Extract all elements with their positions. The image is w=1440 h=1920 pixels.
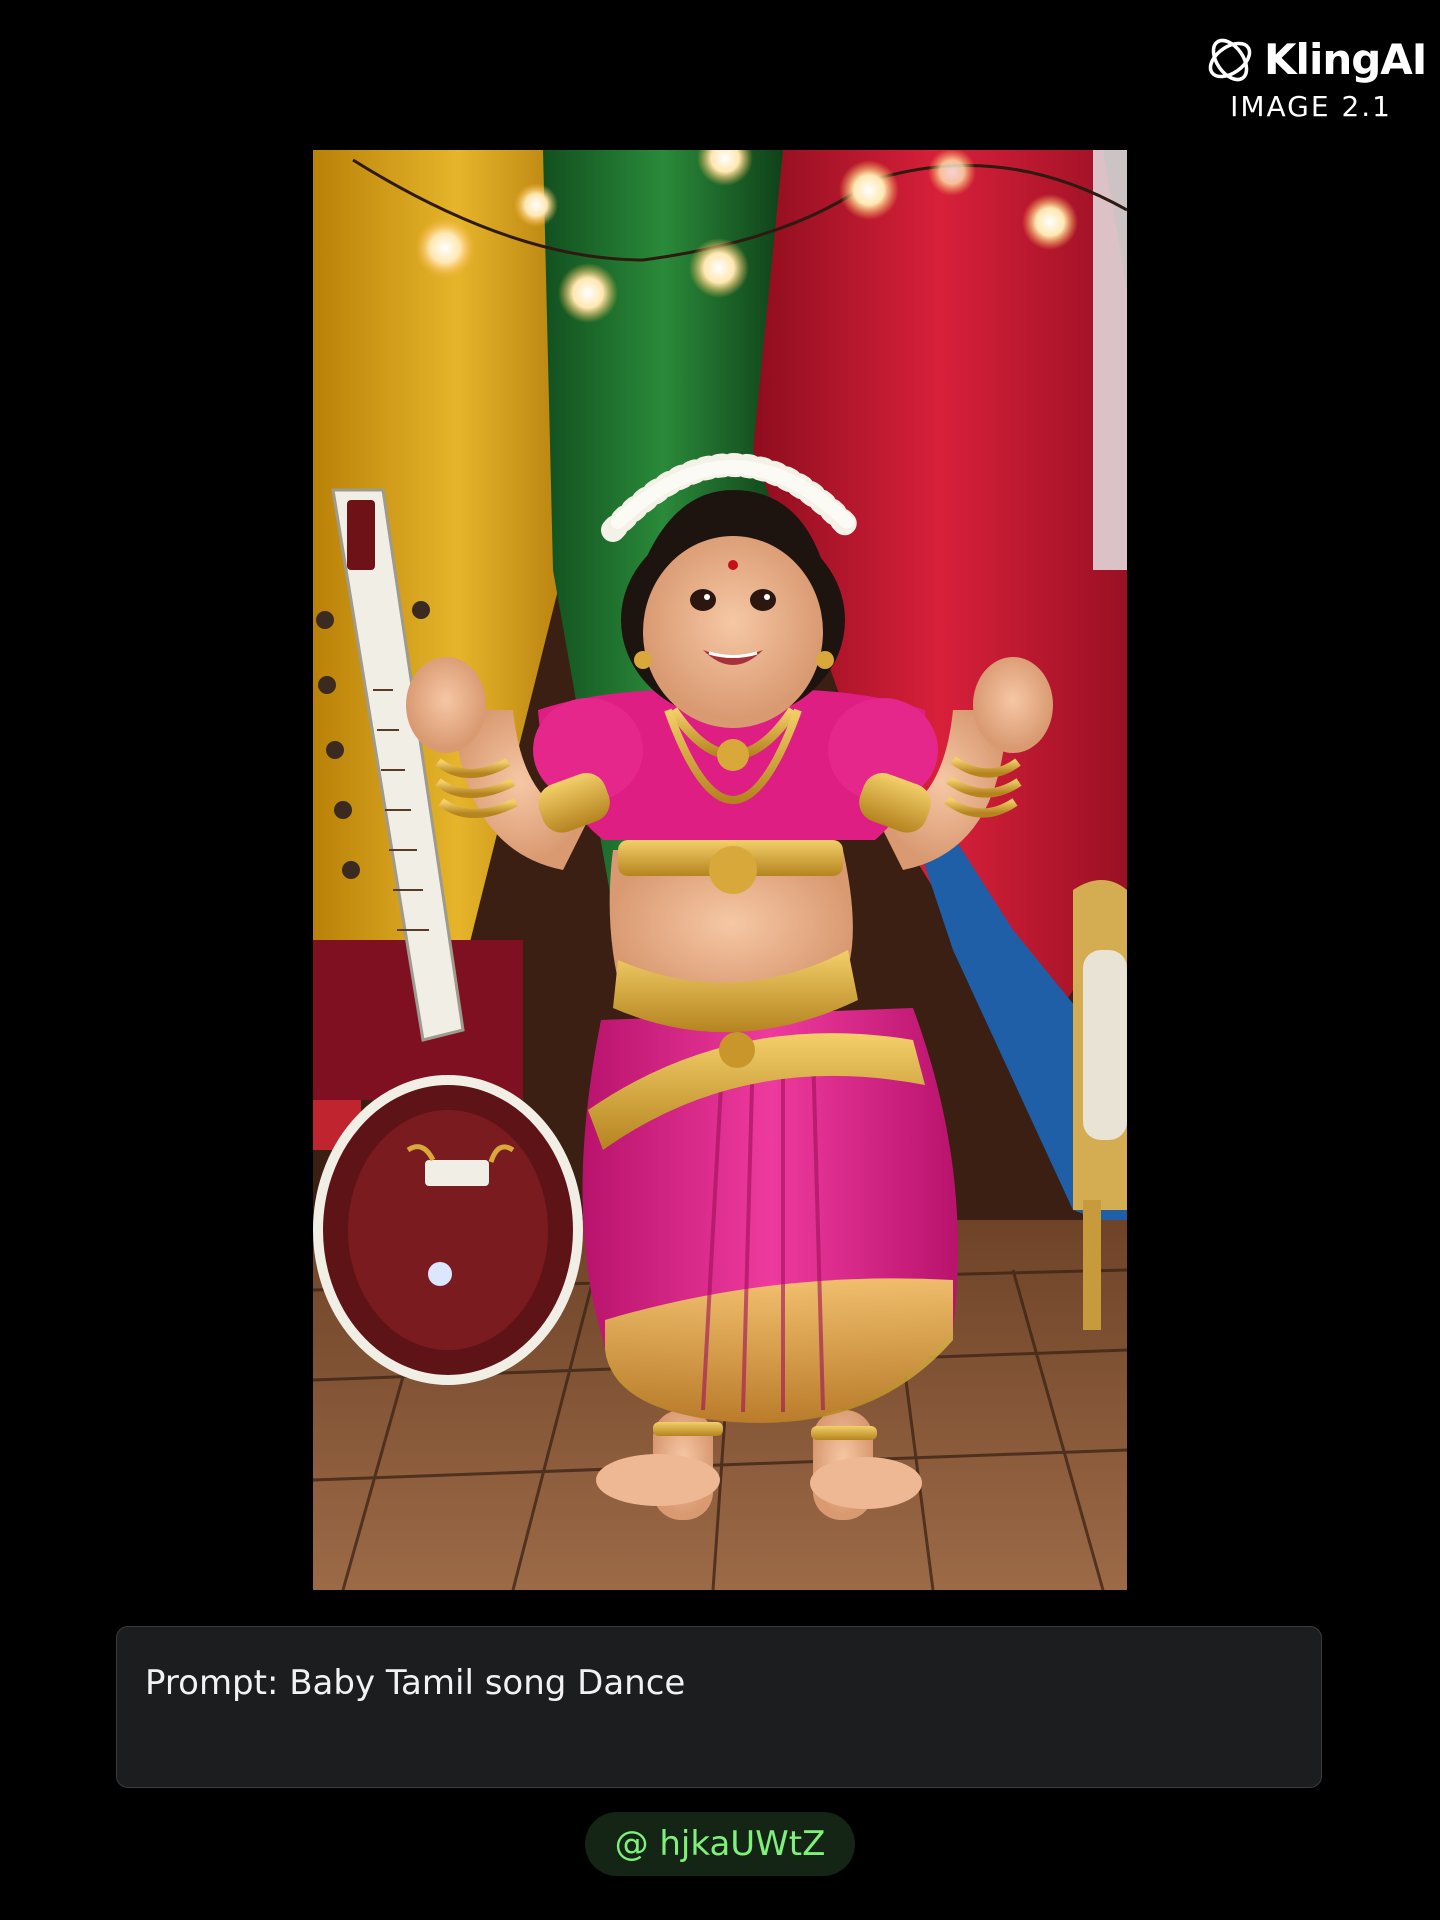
prompt-box: Prompt: Baby Tamil song Dance (116, 1626, 1322, 1788)
author-handle[interactable]: @ hjkaUWtZ (615, 1824, 826, 1864)
brand-version: IMAGE 2.1 (1230, 90, 1392, 123)
generated-image-illustration (313, 150, 1127, 1590)
kling-swirl-icon (1208, 38, 1252, 82)
brand-watermark: KlingAI IMAGE 2.1 (1152, 32, 1427, 132)
brand-name: KlingAI (1264, 35, 1427, 84)
author-tag[interactable]: @ hjkaUWtZ (585, 1812, 855, 1876)
prompt-text: Prompt: Baby Tamil song Dance (145, 1663, 686, 1703)
generated-image[interactable] (313, 150, 1127, 1590)
